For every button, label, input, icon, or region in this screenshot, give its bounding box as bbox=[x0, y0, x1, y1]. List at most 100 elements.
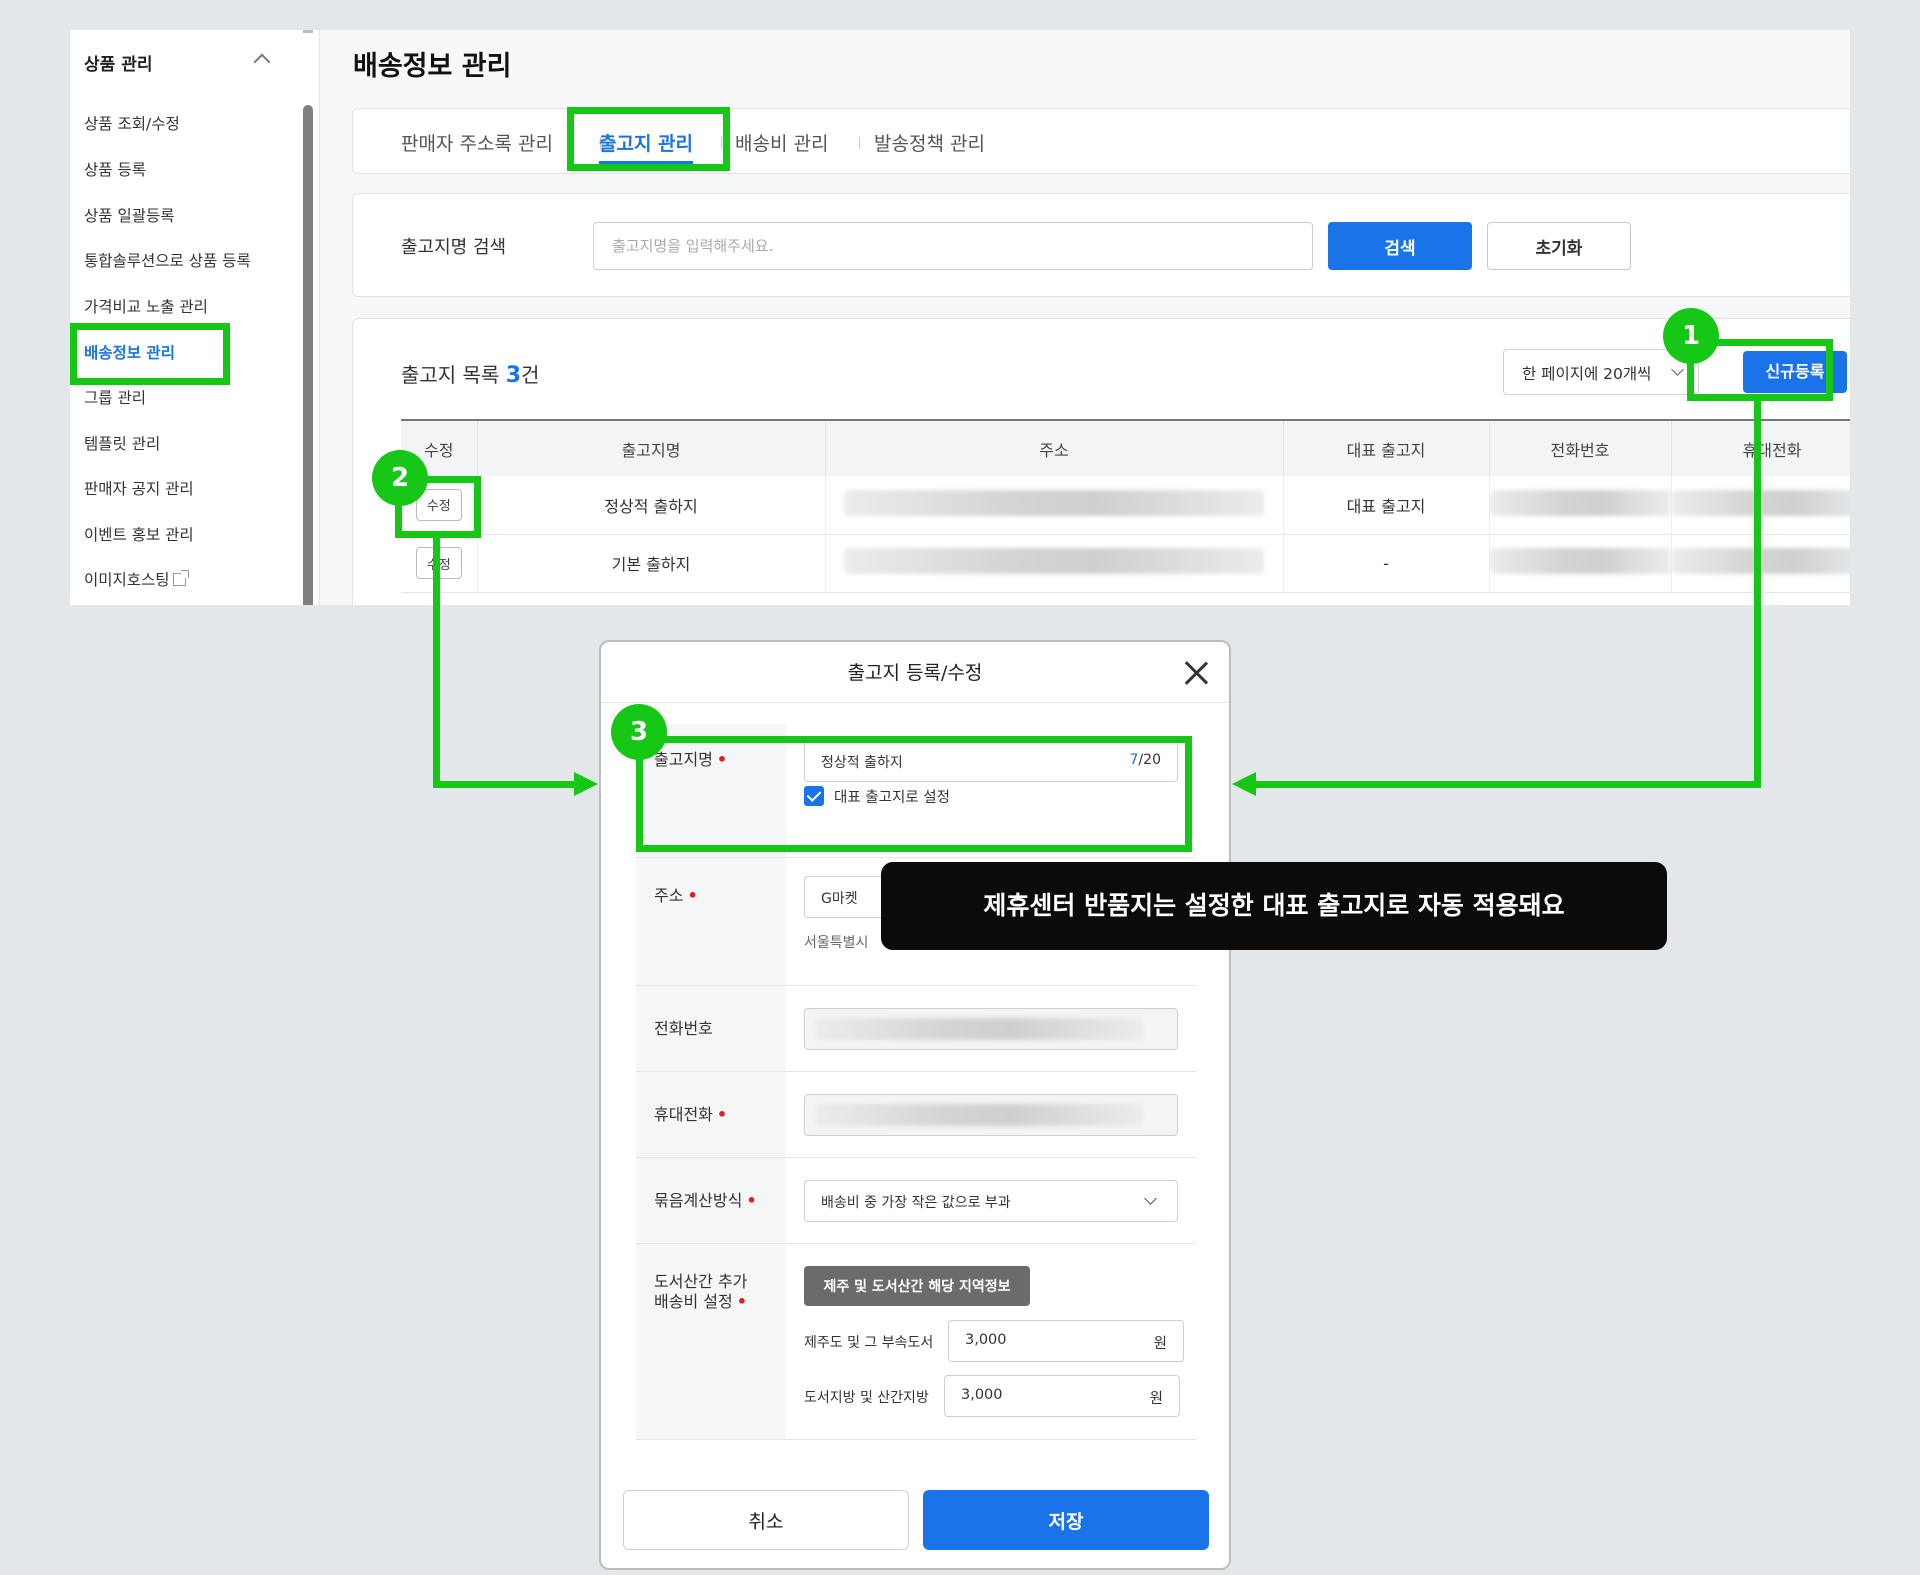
search-panel: 출고지명 검색 검색 초기화 bbox=[352, 193, 1850, 297]
sidebar-item-bulk-register[interactable]: 상품 일괄등록 bbox=[84, 204, 175, 226]
region-info-button[interactable]: 제주 및 도서산간 해당 지역정보 bbox=[804, 1266, 1030, 1306]
search-label: 출고지명 검색 bbox=[401, 237, 507, 258]
list-title-text: 출고지 목록 bbox=[401, 363, 500, 387]
step-badge-3: 3 bbox=[611, 704, 667, 760]
modal-header-divider bbox=[601, 702, 1229, 703]
chevron-down-icon bbox=[1671, 363, 1684, 376]
field-label-line2: 배송비 설정 bbox=[654, 1292, 733, 1311]
field-row-phone: 전화번호 bbox=[636, 986, 1196, 1072]
cell-name: 기본 출하지 bbox=[477, 534, 826, 593]
reset-button[interactable]: 초기화 bbox=[1487, 222, 1631, 270]
field-row-mobile: 휴대전화 • bbox=[636, 1072, 1196, 1158]
column-header-name: 출고지명 bbox=[477, 419, 826, 476]
bundle-method-select[interactable]: 배송비 중 가장 작은 값으로 부과 bbox=[804, 1180, 1178, 1222]
list-count: 3 bbox=[505, 363, 522, 388]
info-tooltip: 제휴센터 반품지는 설정한 대표 출고지로 자동 적용돼요 bbox=[881, 862, 1667, 950]
sidebar-item-event-promo[interactable]: 이벤트 홍보 관리 bbox=[84, 523, 194, 545]
origin-table: 수정 출고지명 주소 대표 출고지 전화번호 휴대전화 수정 정상적 출하지 대… bbox=[401, 419, 1850, 593]
origin-list-panel: 출고지 목록 3건 한 페이지에 20개씩 신규등록 수정 출고지명 주소 대표… bbox=[352, 318, 1850, 605]
cell-phone bbox=[1489, 534, 1672, 593]
list-title: 출고지 목록 3건 bbox=[401, 359, 539, 388]
required-dot: • bbox=[736, 1292, 747, 1311]
blurred-mobile bbox=[815, 1104, 1143, 1126]
sidebar-item-solution-register[interactable]: 통합솔루션으로 상품 등록 bbox=[84, 249, 251, 271]
field-row-bundle: 묶음계산방식 • 배송비 중 가장 작은 값으로 부과 bbox=[636, 1158, 1196, 1244]
required-dot: • bbox=[716, 1105, 728, 1124]
field-label-mobile: 휴대전화 • bbox=[654, 1105, 727, 1125]
remote-fee-label: 도서지방 및 산간지방 bbox=[804, 1390, 929, 1406]
field-label-island-fee: 도서산간 추가 배송비 설정 • bbox=[654, 1272, 747, 1312]
cell-phone bbox=[1489, 476, 1672, 535]
required-dot: • bbox=[746, 1191, 757, 1210]
table-row: 수정 정상적 출하지 대표 출고지 bbox=[401, 476, 1850, 535]
sidebar-item-product-register[interactable]: 상품 등록 bbox=[84, 158, 146, 180]
phone-input[interactable] bbox=[804, 1008, 1178, 1050]
page-size-select[interactable]: 한 페이지에 20개씩 bbox=[1503, 349, 1699, 395]
tab-separator bbox=[859, 137, 860, 149]
field-label-text: 휴대전화 bbox=[654, 1105, 713, 1124]
sidebar-item-template[interactable]: 템플릿 관리 bbox=[84, 432, 160, 454]
column-header-address: 주소 bbox=[825, 419, 1284, 476]
sidebar-scrollbar-top bbox=[303, 30, 313, 33]
page-title: 배송정보 관리 bbox=[353, 51, 512, 82]
external-link-icon bbox=[172, 570, 189, 586]
page-size-value: 한 페이지에 20개씩 bbox=[1522, 365, 1652, 383]
search-input[interactable] bbox=[593, 222, 1313, 270]
sidebar-item-image-hosting[interactable]: 이미지호스팅 bbox=[84, 568, 189, 590]
field-label-bundle: 묶음계산방식 • bbox=[654, 1191, 757, 1211]
sidebar-item-price-compare[interactable]: 가격비교 노출 관리 bbox=[84, 295, 208, 317]
chevron-down-icon bbox=[1144, 1192, 1157, 1205]
cell-address bbox=[825, 534, 1284, 593]
chevron-up-icon[interactable] bbox=[253, 53, 271, 71]
field-label-text: 주소 bbox=[654, 886, 684, 905]
blurred-address bbox=[843, 548, 1265, 574]
sidebar-scrollbar[interactable] bbox=[303, 105, 313, 605]
arrow-right-icon bbox=[574, 772, 598, 796]
field-label-line1: 도서산간 추가 bbox=[654, 1272, 748, 1291]
remote-fee-input[interactable]: 3,000 원 bbox=[944, 1375, 1180, 1417]
column-header-representative: 대표 출고지 bbox=[1283, 419, 1490, 476]
blurred-phone bbox=[1489, 548, 1671, 574]
required-dot: • bbox=[687, 886, 698, 905]
seller-admin-screenshot: 상품 관리 상품 조회/수정 상품 등록 상품 일괄등록 통합솔루션으로 상품 … bbox=[70, 30, 1850, 605]
arrow-left-icon bbox=[1232, 772, 1256, 796]
highlight-sidebar-shipping bbox=[70, 323, 230, 385]
connector-line bbox=[433, 535, 440, 788]
modal-title: 출고지 등록/수정 bbox=[847, 662, 983, 684]
tab-seller-address-book[interactable]: 판매자 주소록 관리 bbox=[401, 129, 553, 156]
search-button[interactable]: 검색 bbox=[1328, 222, 1472, 270]
table-row: 수정 기본 출하지 - bbox=[401, 534, 1850, 593]
field-label-text: 묶음계산방식 bbox=[654, 1191, 743, 1210]
sidebar-item-group[interactable]: 그룹 관리 bbox=[84, 386, 146, 408]
remote-fee-value: 3,000 bbox=[961, 1387, 1003, 1403]
close-icon[interactable] bbox=[1183, 660, 1209, 686]
tab-dispatch-policy[interactable]: 발송정책 관리 bbox=[874, 129, 985, 156]
tab-shipping-fee[interactable]: 배송비 관리 bbox=[735, 129, 828, 156]
list-count-unit: 건 bbox=[521, 363, 540, 387]
table-header-row: 수정 출고지명 주소 대표 출고지 전화번호 휴대전화 bbox=[401, 419, 1850, 476]
currency-unit: 원 bbox=[1149, 1391, 1163, 1407]
jeju-fee-input[interactable]: 3,000 원 bbox=[948, 1320, 1184, 1362]
highlight-name-field bbox=[636, 736, 1192, 852]
field-row-island-fee: 도서산간 추가 배송비 설정 • 제주 및 도서산간 해당 지역정보 제주도 및 그… bbox=[636, 1244, 1196, 1440]
save-button[interactable]: 저장 bbox=[923, 1490, 1209, 1550]
mobile-input[interactable] bbox=[804, 1094, 1178, 1136]
blurred-address bbox=[843, 489, 1265, 516]
sidebar-item-product-edit[interactable]: 상품 조회/수정 bbox=[84, 112, 180, 134]
connector-line bbox=[1254, 781, 1761, 788]
main-content: 배송정보 관리 판매자 주소록 관리 출고지 관리 배송비 관리 발송정책 관리… bbox=[320, 30, 1850, 605]
cell-name: 정상적 출하지 bbox=[477, 476, 826, 535]
connector-line bbox=[1754, 398, 1761, 788]
highlight-tab-origin bbox=[567, 107, 730, 171]
field-label-address: 주소 • bbox=[654, 886, 698, 906]
cell-address bbox=[825, 476, 1284, 535]
field-label-bg bbox=[636, 858, 786, 985]
sidebar-item-seller-notice[interactable]: 판매자 공지 관리 bbox=[84, 477, 194, 499]
step-badge-1: 1 bbox=[1663, 308, 1719, 364]
column-header-phone: 전화번호 bbox=[1489, 419, 1672, 476]
jeju-fee-value: 3,000 bbox=[965, 1332, 1007, 1348]
blurred-phone bbox=[1489, 489, 1671, 516]
cancel-button[interactable]: 취소 bbox=[623, 1490, 909, 1550]
connector-line bbox=[433, 781, 576, 788]
step-badge-2: 2 bbox=[372, 450, 428, 506]
